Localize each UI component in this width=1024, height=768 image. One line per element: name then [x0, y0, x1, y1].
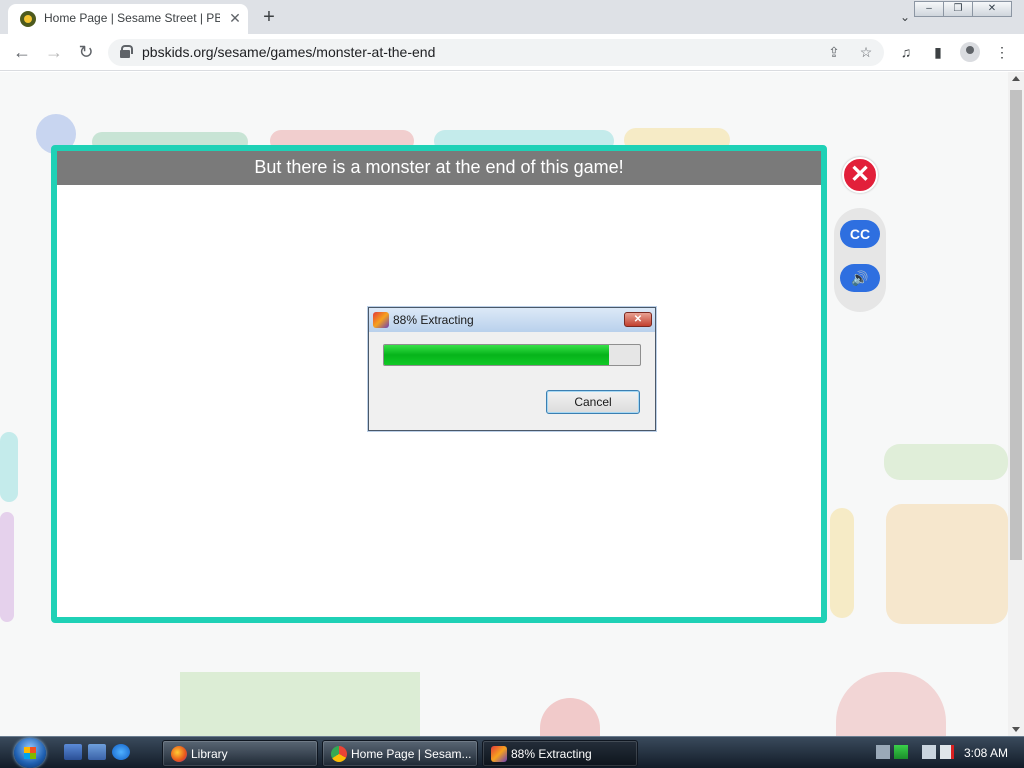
- url-text: pbskids.org/sesame/games/monster-at-the-…: [142, 44, 436, 60]
- bookmark-star-icon[interactable]: ☆: [856, 42, 876, 62]
- taskbar-item-chrome[interactable]: Home Page | Sesam...: [322, 740, 478, 767]
- game-title: But there is a monster at the end of thi…: [57, 151, 821, 185]
- share-icon[interactable]: ⇪: [824, 42, 844, 62]
- sesame-street-favicon-icon: [20, 11, 36, 27]
- chrome-icon: [331, 746, 347, 762]
- cancel-button[interactable]: Cancel: [546, 390, 640, 414]
- network-printer-icon[interactable]: [876, 745, 890, 759]
- faded-blocks: [180, 672, 420, 736]
- new-tab-plus-icon[interactable]: +: [258, 6, 280, 28]
- switch-windows-icon[interactable]: [88, 744, 106, 760]
- faded-rainbow: [836, 672, 946, 736]
- minimize-button[interactable]: –: [914, 1, 944, 17]
- tab-search-chevron-icon[interactable]: ⌄: [896, 8, 914, 26]
- dialog-title: 88% Extracting: [393, 313, 474, 327]
- browser-toolbar: ← → ↻ pbskids.org/sesame/games/monster-a…: [0, 34, 1024, 71]
- game-controls-panel: CC 🔊: [834, 208, 886, 312]
- network-status-icon[interactable]: [894, 745, 908, 759]
- action-center-icon[interactable]: [922, 745, 936, 759]
- faded-card: [0, 512, 14, 622]
- game-close-button[interactable]: ✕: [842, 157, 878, 193]
- faded-card: [0, 432, 18, 502]
- faded-card: [884, 444, 1008, 480]
- page-scrollbar[interactable]: [1008, 72, 1024, 736]
- extract-dialog: 88% Extracting ✕ Cancel: [368, 307, 656, 431]
- extract-icon: [491, 746, 507, 762]
- taskbar-item-label: 88% Extracting: [511, 747, 592, 761]
- windows-start-orb-icon: [14, 738, 46, 768]
- extract-progress-bar: [383, 344, 641, 366]
- extract-app-icon: [373, 312, 389, 328]
- profile-avatar-icon[interactable]: [960, 42, 980, 62]
- tab-strip: Home Page | Sesame Street | PBS KIDS ✕ +…: [0, 0, 1024, 34]
- dialog-close-button[interactable]: ✕: [624, 312, 652, 327]
- reload-icon[interactable]: ↻: [74, 40, 98, 64]
- dialog-titlebar[interactable]: 88% Extracting ✕: [369, 308, 655, 332]
- media-control-icon[interactable]: ♫: [896, 42, 916, 62]
- faded-card: [886, 504, 1008, 624]
- taskbar-item-library[interactable]: Library: [162, 740, 318, 767]
- forward-arrow-icon[interactable]: →: [42, 40, 66, 64]
- back-arrow-icon[interactable]: ←: [10, 40, 34, 64]
- menu-kebab-icon[interactable]: ⋮: [992, 42, 1012, 62]
- faded-elmo: [540, 698, 600, 736]
- taskbar-item-extracting[interactable]: 88% Extracting: [482, 740, 638, 767]
- start-button[interactable]: [10, 738, 50, 768]
- window-close-button[interactable]: ✕: [972, 1, 1012, 17]
- closed-captions-button[interactable]: CC: [840, 220, 880, 248]
- volume-muted-icon[interactable]: [940, 745, 954, 759]
- speaker-icon: 🔊: [851, 270, 869, 286]
- taskbar-item-label: Library: [191, 747, 228, 761]
- taskbar-clock[interactable]: 3:08 AM: [964, 746, 1008, 760]
- firefox-icon: [171, 746, 187, 762]
- scroll-thumb[interactable]: [1010, 90, 1022, 560]
- side-panel-icon[interactable]: ▮: [928, 42, 948, 62]
- window-controls: – ❐ ✕: [914, 1, 1012, 17]
- scroll-up-arrow-icon[interactable]: [1012, 76, 1020, 81]
- taskbar-item-label: Home Page | Sesam...: [351, 747, 472, 761]
- restore-button[interactable]: ❐: [943, 1, 973, 17]
- show-desktop-icon[interactable]: [64, 744, 82, 760]
- sound-button[interactable]: 🔊: [840, 264, 880, 292]
- scroll-down-arrow-icon[interactable]: [1012, 727, 1020, 732]
- tab-sesame-street[interactable]: Home Page | Sesame Street | PBS KIDS ✕: [8, 4, 248, 34]
- tab-close-icon[interactable]: ✕: [226, 9, 244, 27]
- lock-icon: [120, 45, 133, 59]
- faded-card: [830, 508, 854, 618]
- tab-title: Home Page | Sesame Street | PBS KIDS: [44, 11, 220, 25]
- address-bar[interactable]: pbskids.org/sesame/games/monster-at-the-…: [108, 39, 884, 66]
- internet-explorer-icon[interactable]: [112, 744, 130, 760]
- progress-fill: [384, 345, 610, 365]
